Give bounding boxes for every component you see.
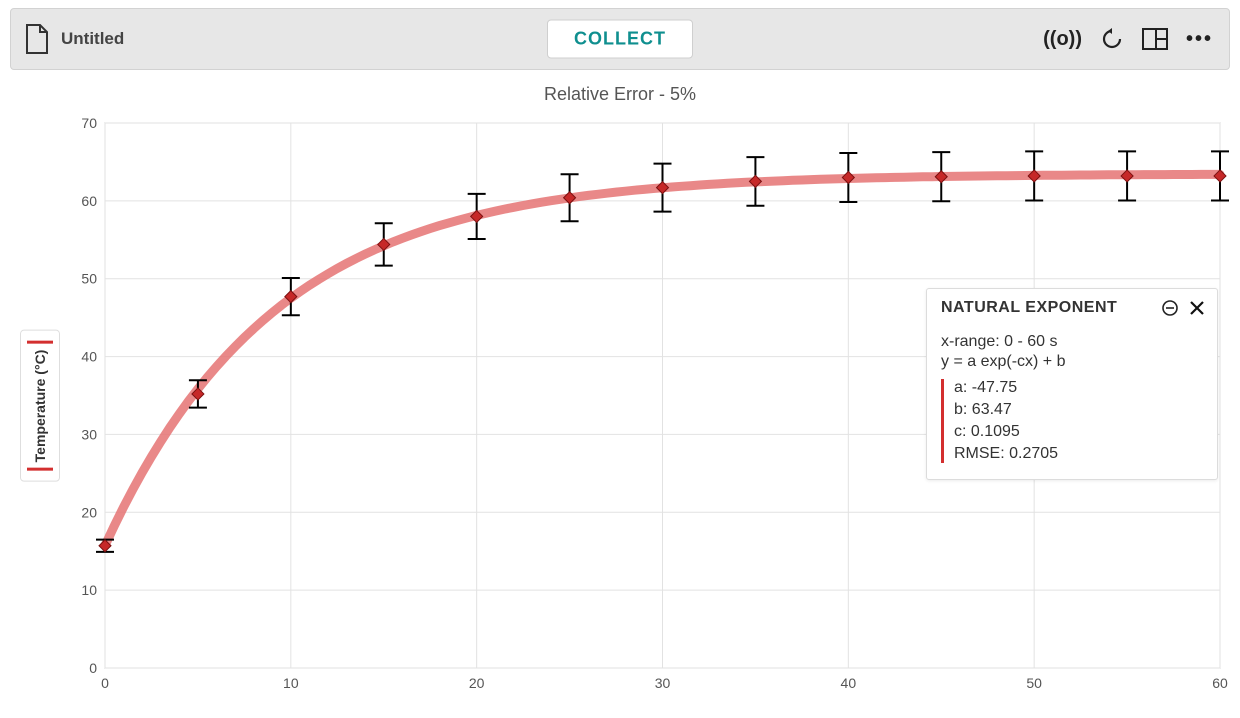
svg-text:20: 20 [469, 675, 485, 691]
layout-icon[interactable] [1142, 27, 1168, 51]
svg-text:10: 10 [81, 582, 97, 598]
svg-text:30: 30 [81, 426, 97, 442]
svg-text:70: 70 [81, 115, 97, 131]
fit-param-a: a: -47.75 [954, 379, 1203, 397]
fit-panel-title: NATURAL EXPONENT [941, 299, 1117, 317]
toolbar: Untitled COLLECT ((o)) ••• [10, 8, 1230, 70]
sensor-icon[interactable]: ((o)) [1043, 28, 1082, 51]
collect-button[interactable]: COLLECT [547, 20, 693, 59]
svg-text:50: 50 [1026, 675, 1042, 691]
svg-text:40: 40 [81, 349, 97, 365]
svg-text:40: 40 [841, 675, 857, 691]
y-axis-label-box[interactable]: Temperature (°C) [20, 329, 60, 482]
close-icon[interactable] [1189, 300, 1205, 316]
svg-text:60: 60 [81, 193, 97, 209]
svg-text:60: 60 [1212, 675, 1228, 691]
series-color-swatch [27, 340, 53, 343]
chart-area: Temperature (°C) 0 10 20 30 40 50 60 70 0 10 20 30 4… [10, 113, 1230, 698]
svg-text:20: 20 [81, 504, 97, 520]
svg-text:50: 50 [81, 271, 97, 287]
series-color-swatch [27, 468, 53, 471]
chart-title: Relative Error - 5% [0, 84, 1240, 105]
right-tools: ((o)) ••• [1043, 27, 1229, 51]
fit-panel[interactable]: NATURAL EXPONENT x-range: 0 - 60 s y = a… [926, 288, 1218, 480]
svg-text:30: 30 [655, 675, 671, 691]
fit-panel-header[interactable]: NATURAL EXPONENT [927, 289, 1217, 325]
svg-text:10: 10 [283, 675, 299, 691]
fit-param-c: c: 0.1095 [954, 423, 1203, 441]
svg-text:0: 0 [101, 675, 109, 691]
y-axis-label: Temperature (°C) [32, 349, 48, 462]
fit-params: a: -47.75 b: 63.47 c: 0.1095 RMSE: 0.270… [941, 379, 1203, 463]
fit-panel-body: x-range: 0 - 60 s y = a exp(-cx) + b a: … [927, 325, 1217, 479]
fit-equation: y = a exp(-cx) + b [941, 353, 1203, 371]
file-icon [25, 24, 49, 54]
more-icon[interactable]: ••• [1186, 28, 1213, 51]
fit-rmse: RMSE: 0.2705 [954, 445, 1203, 463]
fit-param-b: b: 63.47 [954, 401, 1203, 419]
file-title: Untitled [61, 29, 124, 49]
minimize-icon[interactable] [1161, 299, 1179, 317]
file-group[interactable]: Untitled [11, 24, 124, 54]
refresh-icon[interactable] [1100, 27, 1124, 51]
svg-text:0: 0 [89, 660, 97, 676]
fit-xrange: x-range: 0 - 60 s [941, 333, 1203, 351]
